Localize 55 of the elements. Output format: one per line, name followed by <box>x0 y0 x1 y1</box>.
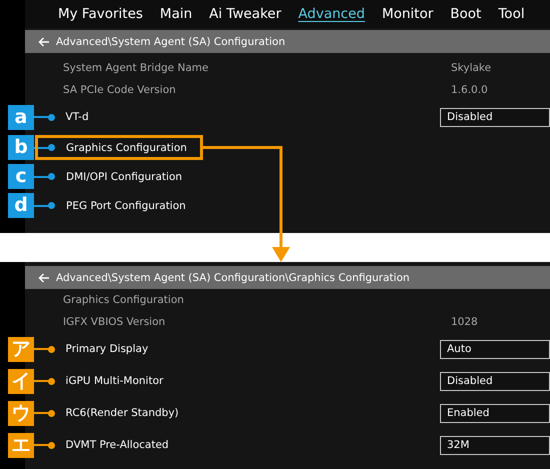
callout-badge: エ <box>8 432 34 458</box>
callout-badge: ウ <box>8 400 34 426</box>
back-arrow-icon[interactable] <box>38 36 50 46</box>
callout-badge: c <box>8 164 34 189</box>
setting-label: iGPU Multi-Monitor <box>66 375 164 387</box>
menu-tab[interactable]: Boot <box>450 6 482 22</box>
info-label: IGFX VBIOS Version <box>63 316 166 328</box>
dropdown-field[interactable]: 32M <box>440 436 550 454</box>
leader-line <box>34 444 49 446</box>
leader-line <box>34 412 49 414</box>
setting-label: VT-d <box>66 111 90 123</box>
breadcrumb-path: Advanced\System Agent (SA) Configuration <box>56 36 286 48</box>
menu-tab[interactable]: Main <box>160 6 192 22</box>
submenu-link[interactable]: DMI/OPI Configuration <box>66 170 444 182</box>
submenu-link[interactable]: Graphics Configuration <box>66 142 444 154</box>
setting-label: RC6(Render Standby) <box>66 407 180 419</box>
dropdown-field[interactable]: Disabled <box>440 108 550 126</box>
info-label: System Agent Bridge Name <box>63 62 210 74</box>
dropdown-field[interactable]: Disabled <box>440 372 550 390</box>
info-label: SA PCIe Code Version <box>63 84 177 96</box>
callout-badge: ア <box>8 336 34 362</box>
menu-tab[interactable]: Ai Tweaker <box>209 6 282 22</box>
leader-dot <box>48 346 55 352</box>
leader-dot <box>48 442 55 448</box>
info-value: 1028 <box>451 316 478 328</box>
menu-tab[interactable]: My Favorites <box>58 6 143 22</box>
menu-tab[interactable]: Tool <box>498 6 525 22</box>
info-label: Graphics Configuration <box>63 294 185 306</box>
leader-line <box>34 348 49 350</box>
setting-label: DVMT Pre-Allocated <box>66 439 170 451</box>
leader-dot <box>48 410 55 416</box>
leader-dot <box>48 173 55 180</box>
callout-badge: b <box>8 135 34 160</box>
breadcrumb-path: Advanced\System Agent (SA) Configuration\Graphics Configuration <box>56 272 410 284</box>
leader-dot <box>48 144 55 151</box>
back-arrow-icon[interactable] <box>38 272 50 282</box>
callout-badge: a <box>8 104 34 130</box>
callout-badge: d <box>8 193 34 218</box>
leader-line <box>34 176 49 178</box>
leader-dot <box>48 114 55 120</box>
leader-dot <box>48 202 55 209</box>
leader-line <box>34 204 49 206</box>
leader-line <box>34 146 49 148</box>
leader-line <box>34 380 49 382</box>
setting-label: Primary Display <box>66 343 150 355</box>
info-value: 1.6.0.0 <box>451 84 488 96</box>
dropdown-field[interactable]: Auto <box>440 340 550 358</box>
callout-badge: イ <box>8 368 34 394</box>
info-value: Skylake <box>451 62 492 74</box>
menu-tab[interactable]: Advanced <box>298 6 365 22</box>
leader-dot <box>48 378 55 384</box>
dropdown-field[interactable]: Enabled <box>440 404 550 422</box>
leader-line <box>34 116 49 118</box>
submenu-link[interactable]: PEG Port Configuration <box>66 200 444 212</box>
menu-tab[interactable]: Monitor <box>382 6 434 22</box>
